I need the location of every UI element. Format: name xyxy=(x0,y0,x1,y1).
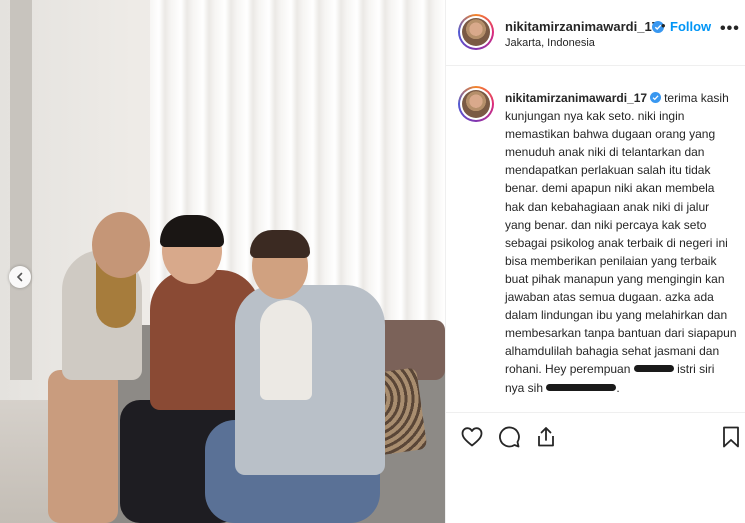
action-bar xyxy=(446,412,745,462)
header-separator: • xyxy=(661,18,666,33)
person-right-shirt xyxy=(260,300,312,400)
comment-icon xyxy=(499,426,520,448)
redaction-mark xyxy=(546,383,617,391)
header-username[interactable]: nikitamirzanimawardi_17 xyxy=(505,19,659,34)
post-header: nikitamirzanimawardi_17 • Follow Jakarta… xyxy=(446,0,745,66)
person-left-legs xyxy=(48,370,118,523)
comment-button[interactable] xyxy=(497,425,523,451)
caption-text: terima kasih kunjungan nya kak seto. nik… xyxy=(505,91,737,377)
like-button[interactable] xyxy=(460,425,486,451)
post-caption: nikitamirzanimawardi_17 terima kasih kun… xyxy=(505,89,737,397)
caption-avatar[interactable] xyxy=(458,86,494,122)
person-right-hair xyxy=(250,230,310,258)
bookmark-icon xyxy=(723,426,739,448)
heart-icon xyxy=(461,427,483,447)
person-left-head xyxy=(92,212,150,278)
redaction-mark xyxy=(633,365,674,373)
save-button[interactable] xyxy=(719,425,745,451)
verified-badge-icon xyxy=(650,92,662,103)
more-options-button[interactable]: ••• xyxy=(720,21,740,37)
follow-button[interactable]: Follow xyxy=(670,19,711,34)
avatar[interactable] xyxy=(458,14,494,50)
location-link[interactable]: Jakarta, Indonesia xyxy=(505,37,595,49)
caption-username[interactable]: nikitamirzanimawardi_17 xyxy=(505,91,647,105)
post-side-panel: nikitamirzanimawardi_17 • Follow Jakarta… xyxy=(445,0,745,523)
chevron-left-icon xyxy=(16,272,23,282)
photo-doorframe xyxy=(10,0,32,380)
avatar-image xyxy=(462,90,490,118)
caption-text-end: . xyxy=(616,380,620,395)
avatar-image xyxy=(462,18,490,46)
share-button[interactable] xyxy=(534,425,560,451)
share-icon xyxy=(538,427,554,447)
carousel-prev-button[interactable] xyxy=(9,266,31,288)
post-photo[interactable] xyxy=(0,0,445,523)
